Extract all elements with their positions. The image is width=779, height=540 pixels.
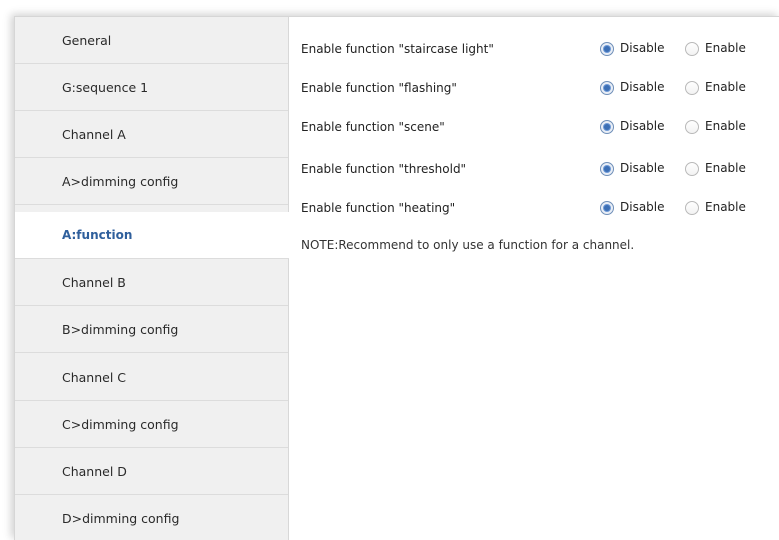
sidebar-item-g-sequence-1[interactable]: G:sequence 1: [15, 64, 288, 111]
threshold-enable-radio[interactable]: Enable: [685, 160, 760, 180]
row-label: Enable function "scene": [301, 120, 445, 134]
sidebar-item-label: General: [62, 33, 112, 48]
radio-checked-icon: [600, 162, 614, 176]
threshold-disable-radio[interactable]: Disable: [600, 160, 680, 180]
sidebar: General G:sequence 1 Channel A A>dimming…: [15, 17, 289, 540]
sidebar-item-label: A>dimming config: [62, 174, 179, 189]
radio-label: Disable: [620, 41, 665, 55]
sidebar-item-general[interactable]: General: [15, 17, 288, 64]
sidebar-item-label: Channel B: [62, 275, 126, 290]
sidebar-item-a-function[interactable]: A:function: [15, 212, 289, 259]
radio-checked-icon: [600, 42, 614, 56]
threshold-row: Enable function "threshold" Disable Enab…: [289, 158, 779, 182]
radio-unchecked-icon: [685, 81, 699, 95]
flashing-enable-radio[interactable]: Enable: [685, 79, 760, 99]
row-label: Enable function "heating": [301, 201, 456, 215]
row-label: Enable function "staircase light": [301, 42, 494, 56]
sidebar-item-c-dimming-config[interactable]: C>dimming config: [15, 401, 288, 448]
sidebar-item-label: A:function: [62, 228, 133, 242]
row-label: Enable function "threshold": [301, 162, 467, 176]
sidebar-item-label: B>dimming config: [62, 322, 179, 337]
sidebar-item-label: C>dimming config: [62, 417, 179, 432]
scene-row: Enable function "scene" Disable Enable: [289, 116, 779, 140]
radio-label: Enable: [705, 161, 746, 175]
radio-label: Enable: [705, 80, 746, 94]
radio-label: Disable: [620, 200, 665, 214]
sidebar-item-b-dimming-config[interactable]: B>dimming config: [15, 306, 288, 353]
sidebar-item-label: G:sequence 1: [62, 80, 149, 95]
radio-label: Disable: [620, 161, 665, 175]
radio-unchecked-icon: [685, 120, 699, 134]
heating-row: Enable function "heating" Disable Enable: [289, 197, 779, 221]
staircase-light-row: Enable function "staircase light" Disabl…: [289, 38, 779, 62]
radio-label: Enable: [705, 41, 746, 55]
sidebar-item-d-dimming-config[interactable]: D>dimming config: [15, 495, 288, 540]
radio-label: Enable: [705, 200, 746, 214]
radio-unchecked-icon: [685, 42, 699, 56]
heating-disable-radio[interactable]: Disable: [600, 199, 680, 219]
row-label: Enable function "flashing": [301, 81, 457, 95]
sidebar-item-channel-d[interactable]: Channel D: [15, 448, 288, 495]
radio-unchecked-icon: [685, 201, 699, 215]
sidebar-item-label: D>dimming config: [62, 511, 180, 526]
flashing-disable-radio[interactable]: Disable: [600, 79, 680, 99]
staircase-light-disable-radio[interactable]: Disable: [600, 40, 680, 60]
sidebar-item-label: Channel C: [62, 370, 127, 385]
scene-enable-radio[interactable]: Enable: [685, 118, 760, 138]
sidebar-item-channel-a[interactable]: Channel A: [15, 111, 288, 158]
flashing-row: Enable function "flashing" Disable Enabl…: [289, 77, 779, 101]
radio-label: Disable: [620, 80, 665, 94]
heating-enable-radio[interactable]: Enable: [685, 199, 760, 219]
radio-label: Enable: [705, 119, 746, 133]
parameter-window: General G:sequence 1 Channel A A>dimming…: [14, 16, 779, 540]
scene-disable-radio[interactable]: Disable: [600, 118, 680, 138]
note-text: NOTE:Recommend to only use a function fo…: [301, 238, 635, 252]
sidebar-item-label: Channel A: [62, 127, 126, 142]
sidebar-item-channel-c[interactable]: Channel C: [15, 354, 288, 401]
radio-checked-icon: [600, 120, 614, 134]
parameter-panel: Enable function "staircase light" Disabl…: [289, 17, 779, 540]
sidebar-item-a-dimming-config[interactable]: A>dimming config: [15, 158, 288, 205]
radio-checked-icon: [600, 81, 614, 95]
sidebar-item-label: Channel D: [62, 464, 127, 479]
radio-checked-icon: [600, 201, 614, 215]
sidebar-item-channel-b[interactable]: Channel B: [15, 259, 288, 306]
radio-unchecked-icon: [685, 162, 699, 176]
radio-label: Disable: [620, 119, 665, 133]
staircase-light-enable-radio[interactable]: Enable: [685, 40, 760, 60]
